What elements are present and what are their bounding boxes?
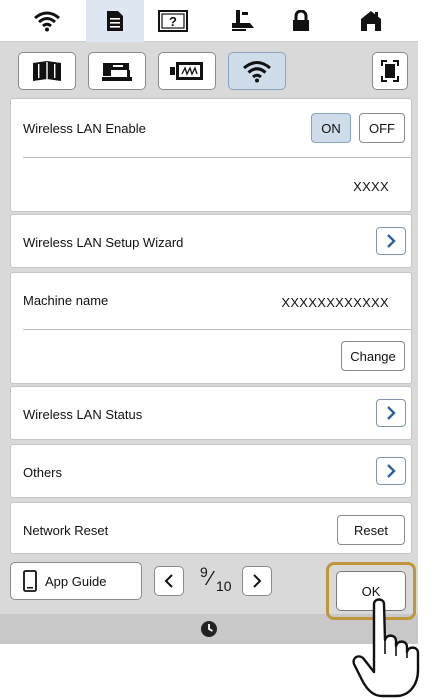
book-icon <box>33 61 61 81</box>
next-page-button[interactable] <box>242 566 272 596</box>
wireless-enable-label: Wireless LAN Enable <box>23 121 146 136</box>
page-current: 9 <box>200 564 208 580</box>
presser-foot-tab[interactable] <box>214 0 272 42</box>
sewing-machine-icon <box>102 63 132 81</box>
wifi-icon <box>243 61 271 83</box>
clock-icon <box>201 621 217 637</box>
category-book-button[interactable] <box>18 52 76 90</box>
lock-tab[interactable] <box>272 0 330 42</box>
divider <box>23 329 411 330</box>
page-indicator: 9 ⁄ 10 <box>196 564 236 598</box>
help-screen-icon: ? <box>158 10 188 32</box>
app-guide-button[interactable]: App Guide <box>10 562 142 600</box>
wireless-on-button[interactable]: ON <box>311 113 351 143</box>
top-toolbar: ? <box>0 0 418 42</box>
prev-page-button[interactable] <box>154 566 184 596</box>
help-screen-tab[interactable]: ? <box>144 0 202 42</box>
home-tab[interactable] <box>342 0 400 42</box>
document-icon <box>107 11 123 31</box>
wifi-tab[interactable] <box>18 0 76 42</box>
fullscreen-button[interactable] <box>372 52 408 90</box>
divider <box>23 157 411 158</box>
machine-name-label: Machine name <box>23 293 109 308</box>
presser-foot-icon <box>232 10 254 31</box>
network-value: XXXX <box>353 179 389 194</box>
wifi-icon <box>34 11 60 32</box>
lock-icon <box>293 10 309 31</box>
fullscreen-icon <box>381 60 399 82</box>
wireless-status-label: Wireless LAN Status <box>23 407 143 422</box>
chevron-right-icon <box>387 464 396 478</box>
wireless-off-button[interactable]: OFF <box>359 113 405 143</box>
home-icon <box>361 11 381 31</box>
svg-text:?: ? <box>169 14 177 29</box>
phone-icon <box>23 570 37 592</box>
category-row <box>0 42 418 98</box>
machine-name-panel: Machine name XXXXXXXXXXXX Change <box>10 272 412 384</box>
wireless-status-arrow-button[interactable] <box>376 399 406 427</box>
chevron-right-icon <box>387 234 396 248</box>
category-sewing-button[interactable] <box>88 52 146 90</box>
setup-wizard-row[interactable]: Wireless LAN Setup Wizard <box>10 214 412 268</box>
network-reset-label: Network Reset <box>23 523 109 538</box>
embroidery-frame-icon <box>170 62 203 80</box>
chevron-right-icon <box>387 406 396 420</box>
wireless-enable-panel: Wireless LAN Enable ON OFF XXXX <box>10 98 412 212</box>
category-wifi-button[interactable] <box>228 52 286 90</box>
chevron-left-icon <box>164 574 173 588</box>
page-slash: ⁄ <box>209 568 213 590</box>
reset-button[interactable]: Reset <box>337 515 405 545</box>
settings-screen: ? Wireless LAN Enable ON OFF XXXX Wirele… <box>0 0 418 644</box>
machine-name-value: XXXXXXXXXXXX <box>281 295 389 310</box>
pointing-hand-icon <box>352 598 420 698</box>
network-reset-row: Network Reset Reset <box>10 502 412 554</box>
app-guide-label: App Guide <box>45 573 107 589</box>
page-total: 10 <box>216 578 232 594</box>
others-label: Others <box>23 465 63 480</box>
change-button[interactable]: Change <box>341 341 405 371</box>
category-embroidery-button[interactable] <box>158 52 216 90</box>
wireless-status-row[interactable]: Wireless LAN Status <box>10 386 412 440</box>
others-row[interactable]: Others <box>10 444 412 498</box>
others-arrow-button[interactable] <box>376 457 406 485</box>
chevron-right-icon <box>253 574 262 588</box>
document-tab[interactable] <box>86 0 144 42</box>
setup-wizard-label: Wireless LAN Setup Wizard <box>23 235 184 250</box>
setup-wizard-arrow-button[interactable] <box>376 227 406 255</box>
